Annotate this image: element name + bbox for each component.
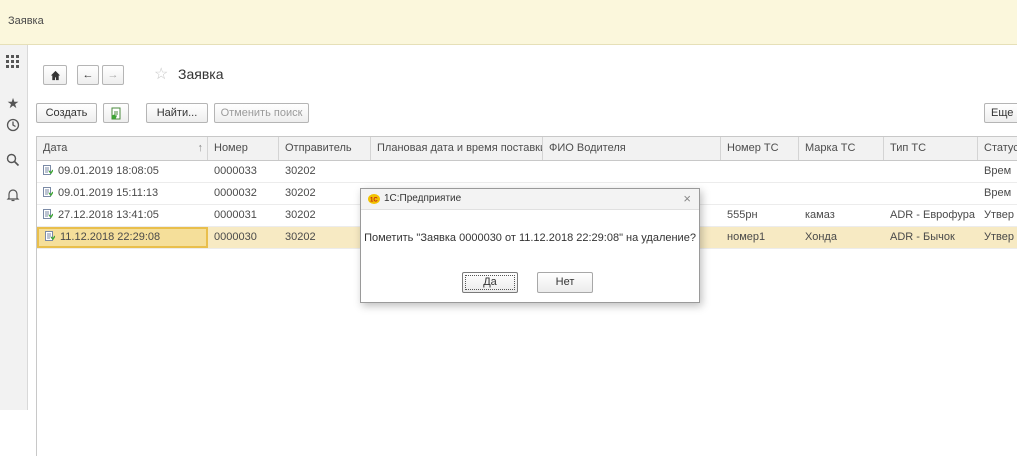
copy-button[interactable]: [103, 103, 129, 123]
cell-vehicle-type: [884, 161, 978, 182]
sort-ascending-icon: ↑: [197, 142, 204, 154]
cell-number: 0000030: [214, 231, 257, 243]
cell-date: 27.12.2018 13:41:05: [37, 205, 208, 226]
column-header-vehicle-brand[interactable]: Марка ТС: [799, 137, 884, 160]
cell-vehicle-brand: [799, 161, 884, 182]
cell-vehicle-type: [884, 183, 978, 204]
document-posted-icon: [45, 231, 55, 241]
more-button[interactable]: Еще: [984, 103, 1017, 123]
document-posted-icon: [43, 165, 53, 175]
no-button[interactable]: Нет: [537, 272, 593, 293]
cell-planned-delivery: [371, 161, 543, 182]
history-icon[interactable]: [5, 118, 21, 134]
document-posted-icon: [43, 187, 53, 197]
arrow-left-icon: ←: [82, 69, 94, 81]
create-button[interactable]: Создать: [36, 103, 97, 123]
cell-number: 0000031: [214, 209, 257, 221]
cell-vehicle-brand: камаз: [805, 209, 835, 221]
apps-grid-icon[interactable]: [5, 55, 21, 71]
cell-sender: 30202: [285, 231, 316, 243]
cell-vehicle-type: ADR - Еврофура: [890, 209, 975, 221]
cell-vehicle-number: номер1: [727, 231, 766, 243]
cell-sender: 30202: [285, 165, 316, 177]
document-posted-icon: [43, 209, 53, 219]
cell-sender: 30202: [285, 187, 316, 199]
copy-document-icon: [111, 107, 121, 120]
find-button[interactable]: Найти...: [146, 103, 208, 123]
1c-logo-icon: 1C: [368, 194, 380, 204]
arrow-right-icon: →: [107, 69, 119, 81]
cell-status: Утвер: [984, 209, 1014, 221]
cell-vehicle-number: [721, 161, 799, 182]
sidebar: ★: [0, 45, 28, 410]
forward-button[interactable]: →: [102, 65, 124, 85]
cell-number: 0000032: [214, 187, 257, 199]
table-row[interactable]: 09.01.2019 18:08:05 0000033 30202 Врем: [37, 161, 1017, 183]
cell-date: 11.12.2018 22:29:08: [37, 227, 208, 248]
cell-number: 0000033: [214, 165, 257, 177]
home-icon: [50, 70, 60, 81]
cell-sender: 30202: [285, 209, 316, 221]
cell-vehicle-number: [721, 183, 799, 204]
column-header-sender[interactable]: Отправитель: [279, 137, 371, 160]
cell-vehicle-brand: [799, 183, 884, 204]
window-title: Заявка: [8, 15, 44, 27]
confirm-delete-dialog: 1C 1С:Предприятие × Пометить "Заявка 000…: [360, 188, 700, 303]
favorite-star-icon[interactable]: ☆: [154, 64, 168, 84]
column-header-driver[interactable]: ФИО Водителя: [543, 137, 721, 160]
back-button[interactable]: ←: [77, 65, 99, 85]
yes-button[interactable]: Да: [462, 272, 518, 293]
bell-icon[interactable]: [5, 188, 21, 204]
close-icon[interactable]: ×: [683, 191, 691, 206]
cell-date: 09.01.2019 15:11:13: [37, 183, 208, 204]
star-icon[interactable]: ★: [5, 95, 21, 111]
search-icon[interactable]: [5, 153, 21, 169]
dialog-message: Пометить "Заявка 0000030 от 11.12.2018 2…: [364, 232, 696, 244]
column-header-planned-delivery[interactable]: Плановая дата и время поставки: [371, 137, 543, 160]
column-header-vehicle-number[interactable]: Номер ТС: [721, 137, 799, 160]
column-header-number[interactable]: Номер: [208, 137, 279, 160]
column-header-vehicle-type[interactable]: Тип ТС: [884, 137, 978, 160]
dialog-title: 1С:Предприятие: [384, 193, 462, 204]
dialog-title-bar: 1C 1С:Предприятие ×: [361, 189, 699, 210]
svg-text:1C: 1C: [370, 198, 378, 204]
home-button[interactable]: [43, 65, 67, 85]
cell-vehicle-number: 555рн: [727, 209, 758, 221]
column-header-date[interactable]: Дата ↑: [37, 137, 208, 160]
cell-status: Врем: [984, 165, 1012, 177]
cancel-search-button[interactable]: Отменить поиск: [214, 103, 309, 123]
cell-status: Утвер: [984, 231, 1014, 243]
column-header-status[interactable]: Статус: [978, 137, 1017, 160]
table-header: Дата ↑ Номер Отправитель Плановая дата и…: [37, 137, 1017, 161]
cell-date: 09.01.2019 18:08:05: [37, 161, 208, 182]
form-title: Заявка: [178, 66, 224, 82]
cell-vehicle-brand: Хонда: [805, 231, 837, 243]
window-title-bar: Заявка: [0, 0, 1017, 45]
cell-vehicle-type: ADR - Бычок: [890, 231, 955, 243]
cell-driver: [543, 161, 721, 182]
cell-status: Врем: [984, 187, 1012, 199]
